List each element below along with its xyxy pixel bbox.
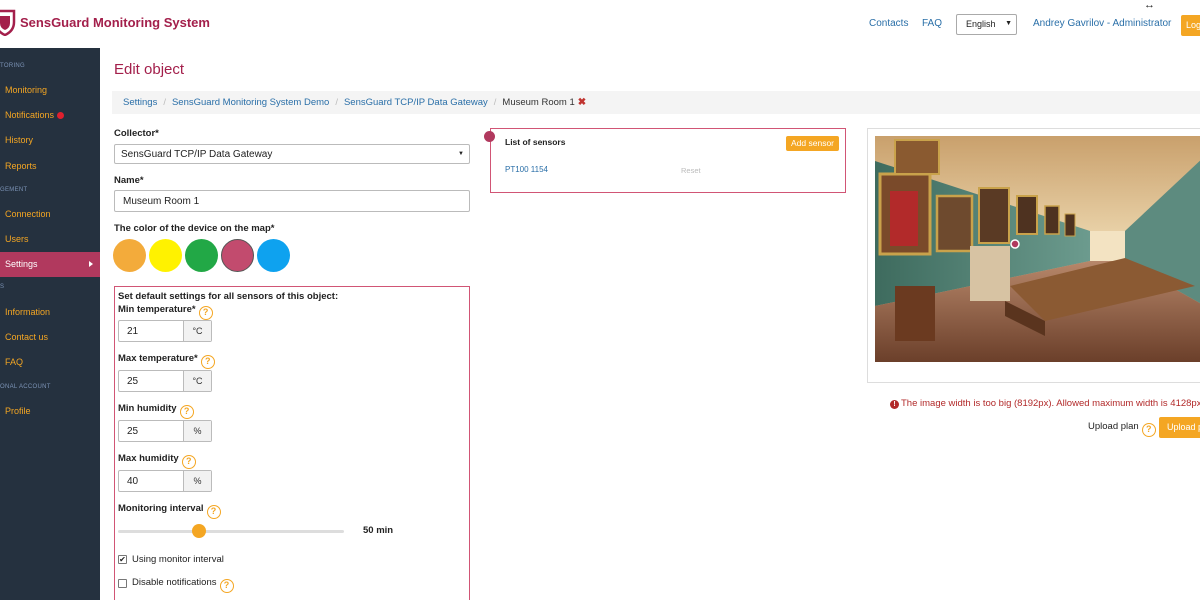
defaults-title: Set default settings for all sensors of … <box>118 291 339 302</box>
interval-slider-track[interactable] <box>118 530 344 533</box>
max-humidity-value: 40 <box>127 476 139 487</box>
plan-image[interactable] <box>875 136 1200 362</box>
shield-logo-icon <box>0 9 16 36</box>
page-title: Edit object <box>114 61 185 78</box>
language-value: English <box>966 19 996 29</box>
sidebar-item-connection[interactable]: Connection <box>0 202 100 227</box>
upload-plan-button[interactable]: Upload p <box>1159 417 1200 438</box>
sidebar: TORING Monitoring Notifications History … <box>0 48 100 600</box>
sidebar-item-notifications[interactable]: Notifications <box>0 103 100 128</box>
min-humidity-value: 25 <box>127 426 139 437</box>
chevron-down-icon: ▼ <box>1005 20 1012 27</box>
help-icon[interactable]: ? <box>200 355 215 369</box>
interval-value: 50 min <box>363 525 394 536</box>
sidebar-item-profile[interactable]: Profile <box>0 399 100 424</box>
min-temperature-field[interactable]: 21 °C <box>118 320 212 342</box>
faq-link[interactable]: FAQ <box>922 18 942 29</box>
color-swatch[interactable] <box>113 239 146 272</box>
sidebar-item-information[interactable]: Information <box>0 300 100 325</box>
breadcrumb-data-gateway[interactable]: SensGuard TCP/IP Data Gateway <box>344 97 488 108</box>
notification-dot-icon <box>57 112 65 119</box>
disable-notifications-checkbox[interactable] <box>118 579 127 588</box>
min-humidity-field[interactable]: 25 % <box>118 420 212 442</box>
temperature-unit: °C <box>183 321 211 341</box>
sensor-marker-icon[interactable] <box>484 131 495 142</box>
min-humidity-label: Min humidity? <box>118 403 194 419</box>
monitoring-interval-label: Monitoring interval? <box>118 503 221 519</box>
collector-select[interactable]: SensGuard TCP/IP Data Gateway ▼ <box>114 144 470 164</box>
sidebar-item-monitoring[interactable]: Monitoring <box>0 78 100 103</box>
collector-value: SensGuard TCP/IP Data Gateway <box>121 149 273 160</box>
help-icon[interactable]: ? <box>198 306 213 320</box>
max-humidity-label: Max humidity? <box>118 453 196 469</box>
sidebar-section-monitoring: TORING <box>0 63 26 69</box>
resize-arrow-icon: ↔ <box>1144 0 1155 11</box>
name-label: Name* <box>114 175 144 186</box>
use-monitor-interval-label: Using monitor interval <box>132 554 224 565</box>
color-swatch[interactable] <box>185 239 218 272</box>
max-humidity-field[interactable]: 40 % <box>118 470 212 492</box>
sidebar-item-contact-us[interactable]: Contact us <box>0 325 100 350</box>
caret-right-icon <box>89 261 93 267</box>
help-icon[interactable]: ? <box>179 405 194 419</box>
collector-label: Collector* <box>114 128 159 139</box>
sensor-link[interactable]: PT100 1154 <box>505 165 548 174</box>
disable-notifications-label: Disable notifications? <box>132 577 234 593</box>
breadcrumb: Settings / SensGuard Monitoring System Dem… <box>112 91 1200 114</box>
user-menu-link[interactable]: Andrey Gavrilov - Administrator <box>1033 18 1171 29</box>
color-label: The color of the device on the map* <box>114 223 275 234</box>
contacts-link[interactable]: Contacts <box>869 18 908 29</box>
language-select[interactable]: English ▼ <box>956 14 1017 35</box>
error-icon: ! <box>890 400 899 409</box>
humidity-unit: % <box>183 471 211 491</box>
sidebar-item-label: Settings <box>5 259 38 269</box>
sidebar-item-history[interactable]: History <box>0 128 100 153</box>
max-temperature-label: Max temperature*? <box>118 353 215 369</box>
sidebar-item-faq[interactable]: FAQ <box>0 350 100 375</box>
breadcrumb-current: Museum Room 1 <box>502 97 575 108</box>
temperature-unit: °C <box>183 371 211 391</box>
sidebar-section-management: GEMENT <box>0 187 28 193</box>
add-sensor-button[interactable]: Add sensor <box>786 136 839 151</box>
color-swatch[interactable] <box>257 239 290 272</box>
sidebar-item-settings[interactable]: Settings <box>0 252 100 277</box>
sidebar-section-account: ONAL ACCOUNT <box>0 384 51 390</box>
color-swatch[interactable] <box>221 239 254 272</box>
help-icon[interactable]: ? <box>206 505 221 519</box>
close-icon[interactable]: ✖ <box>578 97 586 108</box>
brand-title[interactable]: SensGuard Monitoring System <box>20 15 210 30</box>
sensors-title: List of sensors <box>505 137 566 147</box>
help-icon[interactable]: ? <box>219 579 234 593</box>
sidebar-section-info: S <box>0 284 5 290</box>
max-temperature-field[interactable]: 25 °C <box>118 370 212 392</box>
sensor-reset-link[interactable]: Reset <box>681 166 701 175</box>
color-swatch[interactable] <box>149 239 182 272</box>
name-input[interactable]: Museum Room 1 <box>114 190 470 212</box>
help-icon[interactable]: ? <box>1141 423 1156 437</box>
top-bar: SensGuard Monitoring System Contacts FAQ… <box>0 0 1200 48</box>
sidebar-item-reports[interactable]: Reports <box>0 154 100 179</box>
sidebar-item-users[interactable]: Users <box>0 227 100 252</box>
breadcrumb-system-demo[interactable]: SensGuard Monitoring System Demo <box>172 97 329 108</box>
min-temperature-value: 21 <box>127 326 139 337</box>
chevron-down-icon: ▼ <box>458 151 464 157</box>
help-icon[interactable]: ? <box>181 455 196 469</box>
use-monitor-interval-checkbox[interactable]: ✔ <box>118 555 127 564</box>
logout-button[interactable]: Log <box>1181 15 1200 36</box>
humidity-unit: % <box>183 421 211 441</box>
max-temperature-value: 25 <box>127 376 139 387</box>
min-temperature-label: Min temperature*? <box>118 304 213 320</box>
sidebar-item-label: Notifications <box>5 110 55 120</box>
breadcrumb-settings[interactable]: Settings <box>123 97 157 108</box>
upload-plan-label: Upload plan? <box>1088 421 1156 437</box>
plan-error-message: ! The image width is too big (8192px). Al… <box>890 398 1200 409</box>
